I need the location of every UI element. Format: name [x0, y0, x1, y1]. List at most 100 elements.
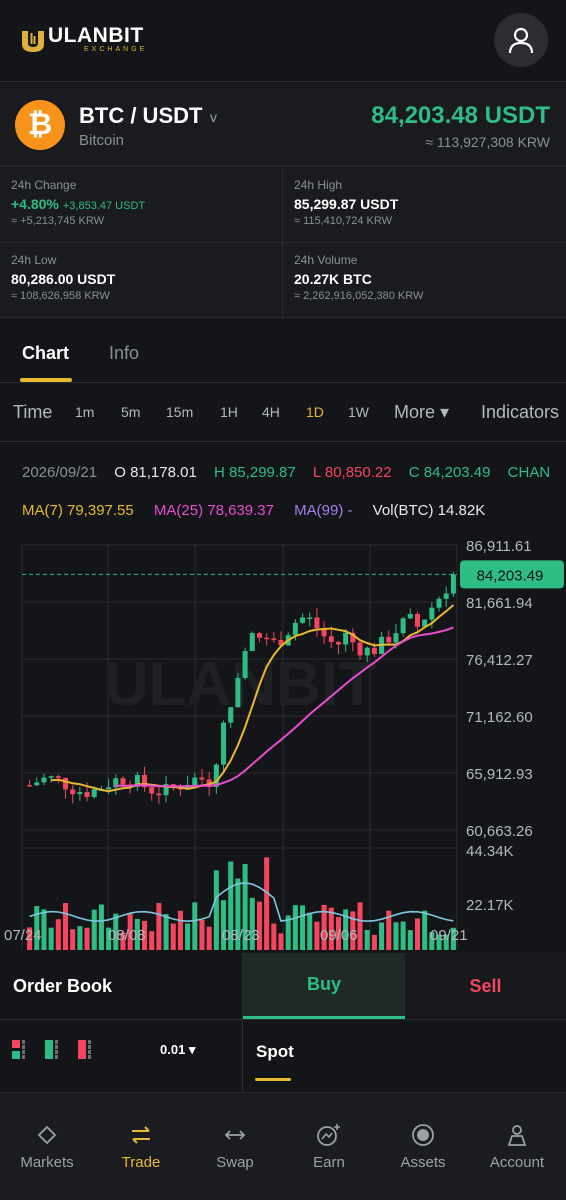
timeframe-1h[interactable]: 1H: [220, 404, 238, 420]
ohlc-high: H 85,299.87: [214, 464, 296, 481]
volume-bar: [300, 905, 306, 950]
price-chart[interactable]: ULANBIT84,203.4986,911.6181,661.9476,412…: [0, 530, 566, 952]
profile-button[interactable]: [494, 13, 548, 67]
volume-bar: [185, 923, 191, 950]
nav-swap[interactable]: Swap: [188, 1093, 282, 1193]
candle-body: [62, 777, 69, 790]
stat-24h-low: 24h Low 80,286.00 USDT ≈ 108,626,958 KRW: [0, 243, 282, 317]
price-axis-label: 76,412.27: [466, 652, 533, 669]
ulanbit-logo[interactable]: ULANBIT EXCHANGE: [20, 24, 147, 56]
timeframe-5m[interactable]: 5m: [121, 404, 140, 420]
candle-body: [235, 677, 241, 708]
logo-subtitle: EXCHANGE: [84, 46, 148, 53]
stat-sub: ≈ 115,410,724 KRW: [294, 215, 392, 227]
stat-value: +4.80% +3,853.47 USDT: [11, 196, 282, 212]
candle-body: [414, 613, 421, 627]
candle-body: [55, 776, 61, 778]
price-axis-label: 60,663.26: [466, 823, 533, 840]
volume-bar: [55, 919, 61, 950]
timeframe-15m[interactable]: 15m: [166, 404, 193, 420]
volume-bar: [364, 929, 370, 950]
order-type-tabs: Spot: [243, 1019, 566, 1083]
volume-bar: [407, 930, 413, 950]
volume-bar: [314, 921, 320, 950]
timeframe-1w[interactable]: 1W: [348, 404, 369, 420]
candle-body: [242, 651, 248, 678]
divider: [0, 242, 566, 243]
ohlc-close: C 84,203.49: [408, 464, 491, 481]
candle-body: [192, 777, 198, 786]
last-price: 84,203.48 USDT: [371, 102, 550, 129]
nav-label: Markets: [20, 1154, 74, 1171]
volume-bar: [91, 909, 97, 950]
orderbook-both-icon[interactable]: [12, 1040, 32, 1060]
candle-body: [27, 785, 33, 787]
pair-header[interactable]: ₿ BTC / USDT v Bitcoin 84,203.48 USDT ≈ …: [0, 83, 566, 167]
tab-chart[interactable]: Chart: [22, 343, 69, 364]
diamond-icon: [32, 1121, 62, 1149]
nav-label: Earn: [313, 1154, 345, 1171]
nav-label: Account: [489, 1154, 545, 1171]
candle-body: [84, 792, 90, 797]
nav-earn[interactable]: Earn: [282, 1093, 376, 1193]
candle-body: [307, 617, 313, 619]
logo-mark-icon: [22, 31, 44, 52]
timeframe-1m[interactable]: 1m: [75, 404, 94, 420]
timeframe-1d[interactable]: 1D: [306, 404, 324, 420]
pair-dropdown-icon[interactable]: v: [210, 109, 217, 125]
depth-selector[interactable]: 0.01 ▾: [160, 1042, 195, 1058]
volume-value: Vol(BTC) 14.82K: [372, 502, 486, 519]
stat-label: 24h Volume: [294, 253, 358, 267]
orderbook-sell-icon[interactable]: [78, 1040, 98, 1060]
volume-bar: [170, 923, 176, 950]
candle-body: [228, 707, 234, 723]
coin-name: Bitcoin: [79, 132, 125, 149]
date-axis-label: 09/21: [430, 927, 468, 944]
chart-info-tabs: Chart Info: [0, 319, 566, 383]
nav-markets[interactable]: Markets: [0, 1093, 94, 1193]
buy-tab[interactable]: Buy: [243, 953, 405, 1019]
nav-account[interactable]: Account: [470, 1093, 564, 1193]
stat-value: 80,286.00 USDT: [11, 271, 116, 287]
candle-body: [156, 793, 162, 796]
volume-bar: [48, 927, 54, 950]
volume-bar: [379, 922, 385, 950]
ohlc-readout: 2026/09/21 O 81,178.01 H 85,299.87 L 80,…: [22, 464, 563, 481]
nav-label: Trade: [121, 1154, 161, 1171]
nav-trade[interactable]: Trade: [94, 1093, 188, 1193]
volume-bar: [371, 934, 377, 950]
volume-bar: [84, 927, 90, 950]
tab-spot[interactable]: Spot: [256, 1042, 294, 1062]
volume-bar: [271, 923, 277, 950]
timeframe-more[interactable]: More ▾: [394, 402, 449, 423]
stat-sub: ≈ 108,626,958 KRW: [11, 290, 110, 302]
stat-sub: ≈ 2,262,916,052,380 KRW: [294, 290, 424, 302]
order-section-header: Order Book Buy Sell: [0, 953, 566, 1019]
candle-body: [429, 607, 435, 620]
volume-bar: [393, 922, 399, 950]
tab-info[interactable]: Info: [109, 343, 139, 364]
order-book-controls: 0.01 ▾: [0, 1019, 242, 1083]
volume-bar: [149, 931, 155, 950]
date-axis-label: 08/08: [108, 927, 146, 944]
nav-assets[interactable]: Assets: [376, 1093, 470, 1193]
candle-body: [70, 789, 76, 795]
candlestick-chart-svg[interactable]: ULANBIT84,203.4986,911.6181,661.9476,412…: [0, 530, 566, 952]
timeframe-time[interactable]: Time: [13, 402, 52, 423]
ohlc-low: L 80,850.22: [312, 464, 392, 481]
orderbook-buy-icon[interactable]: [45, 1040, 65, 1060]
nav-label: Swap: [216, 1154, 254, 1171]
timeframe-4h[interactable]: 4H: [262, 404, 280, 420]
ohlc-open: O 81,178.01: [114, 464, 197, 481]
volume-bar: [41, 909, 47, 950]
sell-tab[interactable]: Sell: [405, 953, 566, 1019]
order-book-title[interactable]: Order Book: [13, 976, 112, 997]
indicators-button[interactable]: Indicators: [481, 402, 559, 423]
stat-value: 85,299.87 USDT: [294, 196, 399, 212]
volume-bar: [156, 903, 162, 950]
candle-body: [436, 598, 442, 608]
divider: [282, 168, 283, 318]
volume-bar: [264, 857, 270, 950]
candle-body: [249, 633, 255, 652]
pair-name[interactable]: BTC / USDT: [79, 103, 202, 129]
